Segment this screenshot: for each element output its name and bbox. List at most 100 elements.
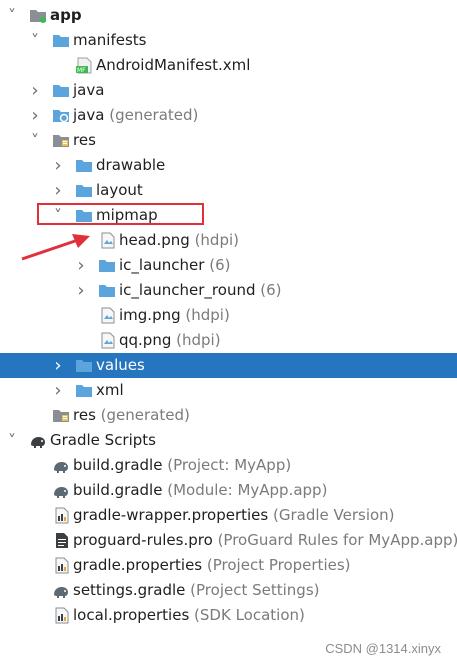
item-detail: (Project Settings) (190, 581, 320, 599)
gradle-file-icon (52, 482, 70, 499)
folder-icon (98, 282, 116, 299)
tree-row-res[interactable]: res (generated) (0, 403, 457, 428)
chevron-right-icon[interactable]: › (51, 178, 65, 203)
tree-row-img-png[interactable]: img.png (hdpi) (0, 303, 457, 328)
item-detail: (6) (209, 256, 231, 274)
properties-file-icon (52, 557, 70, 574)
tree-row-settings-gradle[interactable]: settings.gradle (Project Settings) (0, 578, 457, 603)
tree-row-androidmanifest-xml[interactable]: MF AndroidManifest.xml (0, 53, 457, 78)
item-name: Gradle Scripts (50, 431, 156, 449)
item-detail: (hdpi) (176, 331, 221, 349)
item-name: ic_launcher (119, 256, 205, 274)
item-detail: (ProGuard Rules for MyApp.app) (217, 531, 457, 549)
item-name: img.png (119, 306, 181, 324)
tree-item-label: build.gradle (Module: MyApp.app) (73, 478, 327, 503)
folder-icon (98, 257, 116, 274)
tree-row-manifests[interactable]: ˅ manifests (0, 28, 457, 53)
annotation-arrow (21, 234, 90, 261)
tree-item-label: app (50, 3, 82, 28)
resource-folder-icon (52, 407, 70, 424)
tree-item-label: qq.png (hdpi) (119, 328, 221, 353)
image-file-icon (98, 332, 116, 349)
tree-item-label: gradle.properties (Project Properties) (73, 553, 351, 578)
item-name: xml (96, 381, 124, 399)
chevron-down-icon[interactable]: ˅ (5, 428, 19, 453)
tree-row-qq-png[interactable]: qq.png (hdpi) (0, 328, 457, 353)
java-folder-icon (52, 82, 70, 99)
item-detail: (6) (260, 281, 282, 299)
item-detail: (SDK Location) (194, 606, 305, 624)
tree-row-gradle-scripts[interactable]: ˅ Gradle Scripts (0, 428, 457, 453)
item-name: gradle-wrapper.properties (73, 506, 269, 524)
item-detail: (Project: MyApp) (167, 456, 292, 474)
tree-item-label: java (73, 78, 104, 103)
item-name: drawable (96, 156, 166, 174)
gradle-file-icon (52, 457, 70, 474)
item-name: res (73, 131, 96, 149)
item-name: ic_launcher_round (119, 281, 256, 299)
tree-row-java[interactable]: › java (0, 78, 457, 103)
item-name: app (50, 6, 82, 24)
tree-row-proguard-rules-pro[interactable]: proguard-rules.pro (ProGuard Rules for M… (0, 528, 457, 553)
manifest-file-icon: MF (75, 57, 93, 74)
tree-item-label: local.properties (SDK Location) (73, 603, 305, 628)
item-detail: (hdpi) (194, 231, 239, 249)
item-name: res (73, 406, 96, 424)
gradle-file-icon (52, 582, 70, 599)
folder-icon (75, 382, 93, 399)
item-name: values (96, 356, 145, 374)
tree-row-xml[interactable]: › xml (0, 378, 457, 403)
chevron-right-icon[interactable]: › (51, 153, 65, 178)
tree-item-label: drawable (96, 153, 165, 178)
annotation-highlight-box (37, 203, 204, 225)
resource-folder-icon (52, 132, 70, 149)
tree-row-gradle-wrapper-properties[interactable]: gradle-wrapper.properties (Gradle Versio… (0, 503, 457, 528)
tree-item-label: Gradle Scripts (50, 428, 156, 453)
gradle-elephant-icon (29, 432, 47, 449)
properties-file-icon (52, 507, 70, 524)
tree-row-java[interactable]: › java (generated) (0, 103, 457, 128)
tree-item-label: manifests (73, 28, 147, 53)
tree-item-label: head.png (hdpi) (119, 228, 239, 253)
tree-row-build-gradle[interactable]: build.gradle (Project: MyApp) (0, 453, 457, 478)
chevron-down-icon[interactable]: ˅ (28, 128, 42, 153)
item-detail: (Gradle Version) (273, 506, 395, 524)
item-name: build.gradle (73, 456, 163, 474)
chevron-right-icon[interactable]: › (51, 378, 65, 403)
tree-row-app[interactable]: ˅ app (0, 3, 457, 28)
tree-item-label: ic_launcher (6) (119, 253, 230, 278)
chevron-right-icon[interactable]: › (51, 353, 65, 378)
chevron-right-icon[interactable]: › (28, 103, 42, 128)
tree-item-label: settings.gradle (Project Settings) (73, 578, 320, 603)
chevron-down-icon[interactable]: ˅ (28, 28, 42, 53)
item-detail: (hdpi) (185, 306, 230, 324)
image-file-icon (98, 307, 116, 324)
chevron-right-icon[interactable]: › (28, 78, 42, 103)
item-name: java (73, 81, 105, 99)
tree-item-label: AndroidManifest.xml (96, 53, 250, 78)
chevron-down-icon[interactable]: ˅ (5, 3, 19, 28)
tree-item-label: build.gradle (Project: MyApp) (73, 453, 291, 478)
item-name: java (73, 106, 105, 124)
tree-row-ic-launcher-round[interactable]: › ic_launcher_round (6) (0, 278, 457, 303)
tree-row-res[interactable]: ˅ res (0, 128, 457, 153)
folder-icon (75, 157, 93, 174)
item-name: AndroidManifest.xml (96, 56, 251, 74)
tree-row-layout[interactable]: › layout (0, 178, 457, 203)
tree-row-values[interactable]: › values (0, 353, 457, 378)
image-file-icon (98, 232, 116, 249)
item-name: qq.png (119, 331, 172, 349)
chevron-right-icon[interactable]: › (74, 278, 88, 303)
item-name: manifests (73, 31, 147, 49)
text-file-icon (52, 532, 70, 549)
folder-icon (75, 357, 93, 374)
tree-item-label: res (generated) (73, 403, 190, 428)
tree-row-build-gradle[interactable]: build.gradle (Module: MyApp.app) (0, 478, 457, 503)
folder-icon (52, 32, 70, 49)
tree-row-drawable[interactable]: › drawable (0, 153, 457, 178)
tree-row-local-properties[interactable]: local.properties (SDK Location) (0, 603, 457, 628)
tree-row-gradle-properties[interactable]: gradle.properties (Project Properties) (0, 553, 457, 578)
project-tree: ˅ app ˅ manifests MF AndroidManifest.xml › java… (0, 3, 457, 628)
tree-item-label: ic_launcher_round (6) (119, 278, 282, 303)
svg-text:MF: MF (77, 67, 86, 74)
